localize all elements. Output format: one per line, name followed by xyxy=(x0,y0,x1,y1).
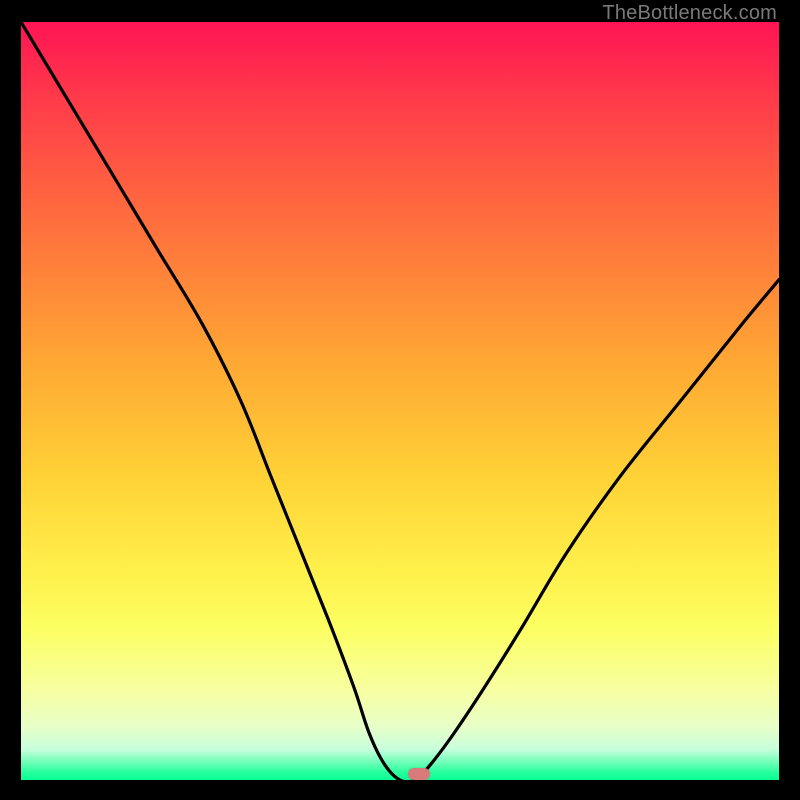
optimum-marker xyxy=(408,768,430,780)
bottleneck-curve xyxy=(21,22,779,780)
plot-area xyxy=(21,22,779,780)
chart-frame: TheBottleneck.com xyxy=(0,0,800,800)
